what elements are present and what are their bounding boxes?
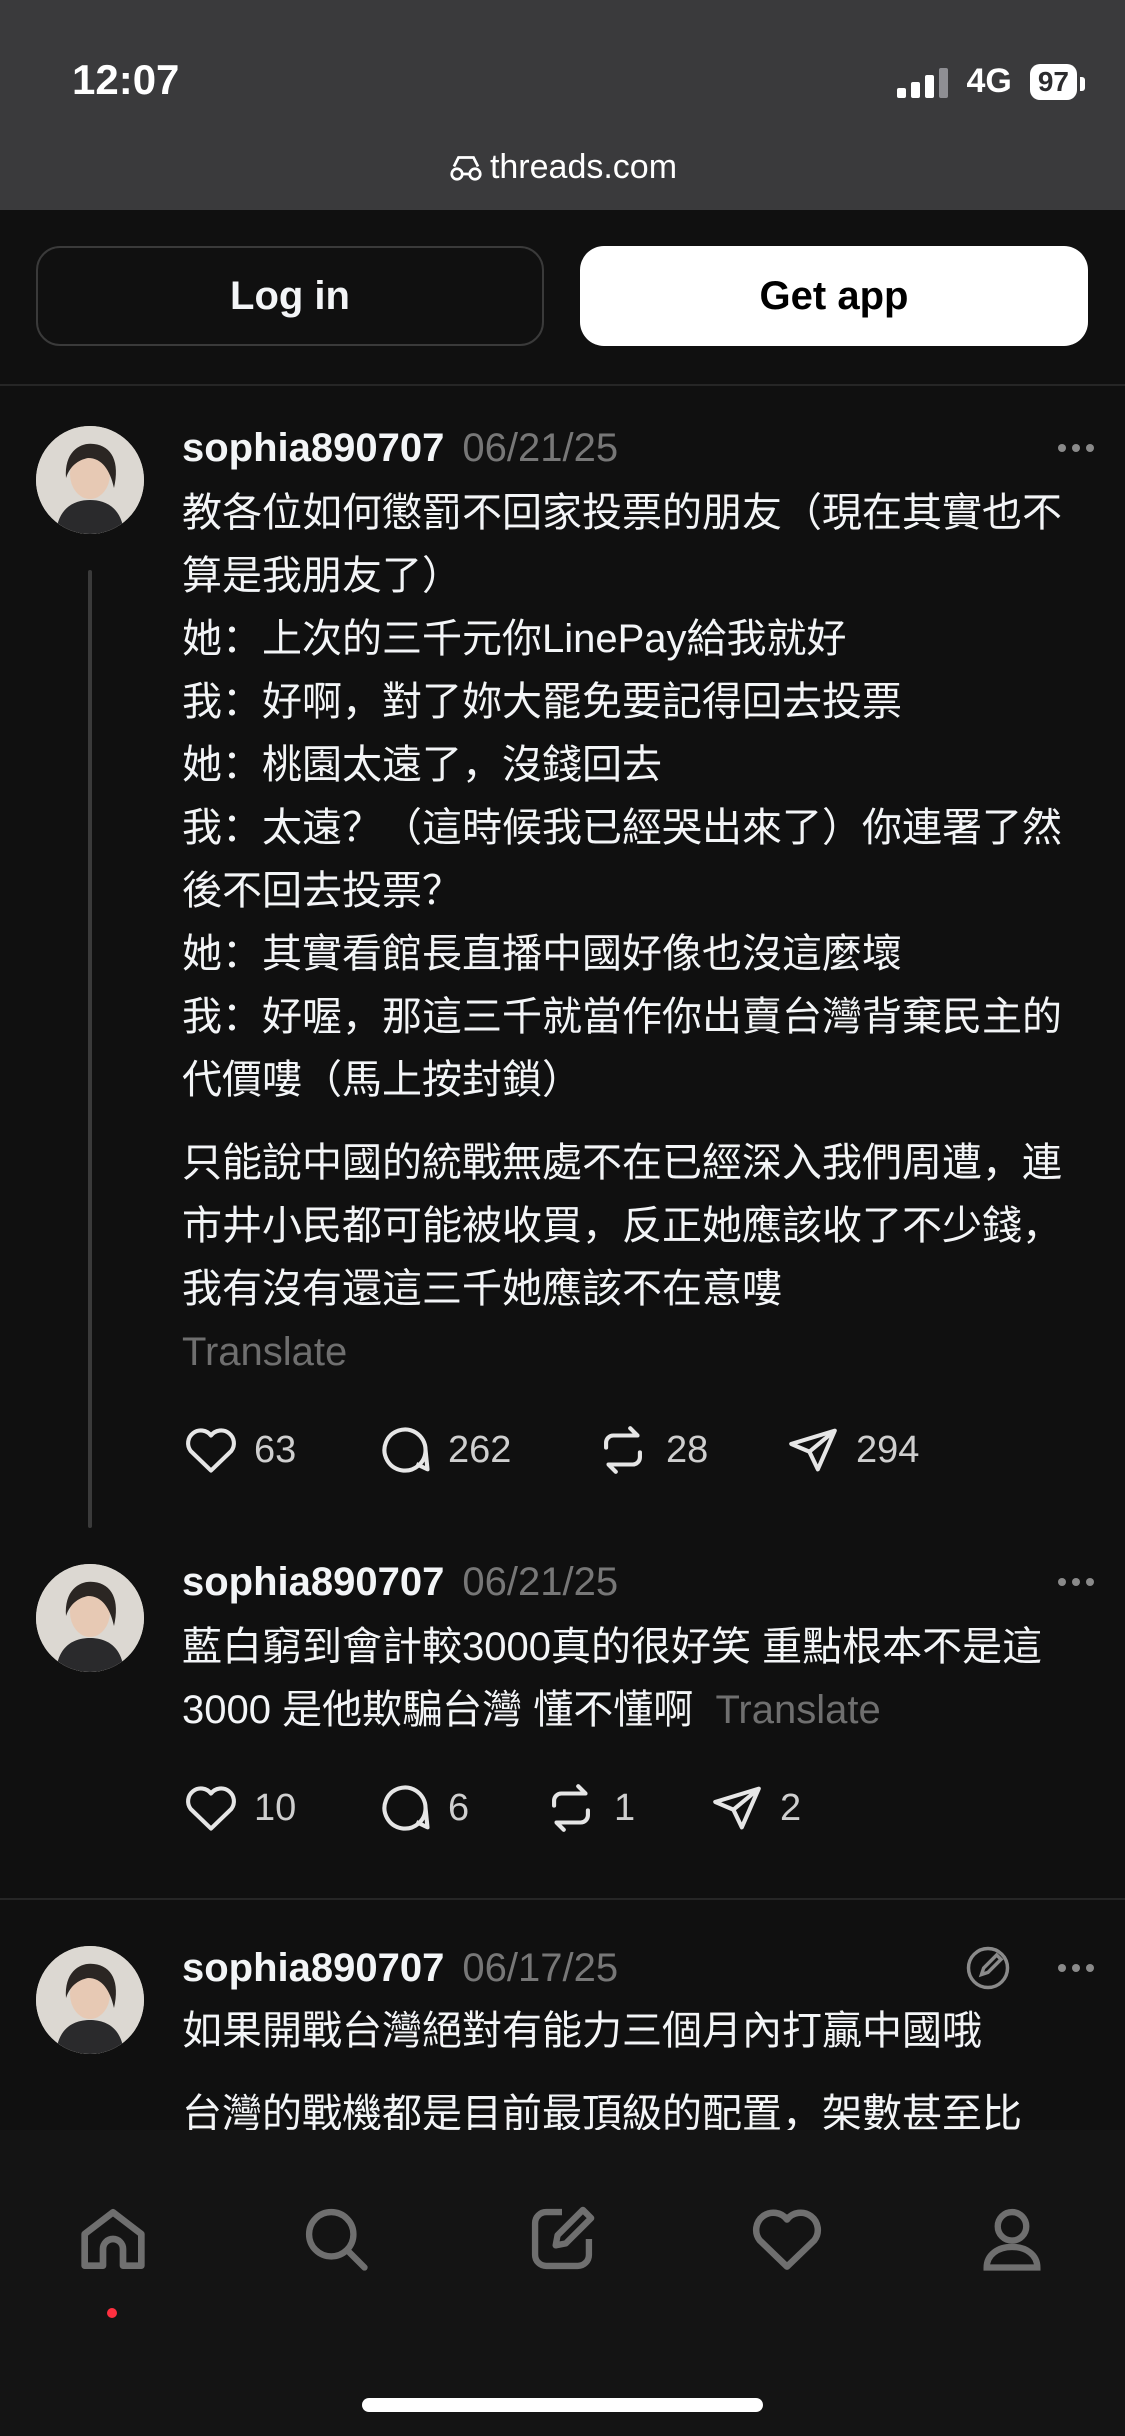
nav-search[interactable] <box>291 2194 381 2284</box>
status-time: 12:07 <box>72 56 180 103</box>
status-indicators: 4G 97 <box>897 62 1086 101</box>
more-options-icon[interactable] <box>1058 1964 1094 1972</box>
cellular-signal-icon <box>897 66 949 98</box>
repost-count: 1 <box>614 1786 636 1829</box>
post-date[interactable]: 06/21/25 <box>462 426 618 471</box>
username[interactable]: sophia890707 <box>182 426 444 471</box>
repost-button[interactable]: 28 <box>594 1421 784 1479</box>
share-button[interactable]: 2 <box>708 1779 801 1837</box>
heart-icon <box>186 1428 236 1473</box>
home-icon <box>81 2209 145 2269</box>
more-options-icon[interactable] <box>1058 1578 1094 1586</box>
site-settings-icon[interactable] <box>448 150 484 186</box>
username[interactable]: sophia890707 <box>182 1946 444 1991</box>
like-button[interactable]: 10 <box>182 1779 376 1837</box>
activity-heart-icon <box>752 2209 822 2270</box>
browser-top-bar: 12:07 4G 97 threads.com <box>0 0 1125 210</box>
post-actions: 63 262 28 294 <box>182 1420 1088 1480</box>
share-button[interactable]: 294 <box>784 1421 919 1479</box>
notification-dot <box>107 2308 117 2318</box>
avatar[interactable] <box>36 426 144 534</box>
post-text-continued: 台灣的戰機都是目前最頂級的配置，架數甚至比 <box>182 2092 1022 2130</box>
post-divider <box>0 1898 1125 1900</box>
auth-buttons: Log in Get app <box>36 246 1089 346</box>
comment-icon <box>382 1785 430 1831</box>
home-indicator[interactable] <box>362 2398 763 2412</box>
post-date[interactable]: 06/17/25 <box>462 1946 618 1991</box>
translate-link[interactable]: Translate <box>715 1688 880 1732</box>
post-content: sophia890707 06/21/25 藍白窮到會計較3000真的很好笑 重… <box>182 1554 1094 1838</box>
reply-button[interactable]: 262 <box>376 1421 594 1479</box>
thread-line <box>88 570 92 1528</box>
post-header: sophia890707 06/21/25 <box>182 1554 1094 1610</box>
heart-icon <box>186 1786 236 1831</box>
send-icon <box>713 1786 761 1830</box>
share-count: 2 <box>780 1786 802 1829</box>
nav-activity[interactable] <box>742 2194 832 2284</box>
thread-post: sophia890707 06/17/25 如果開戰台灣絕對有能力三個月內打贏中… <box>0 1940 1125 2130</box>
post-text-continued: 只能說中國的統戰無處不在已經深入我們周遭，連市井小民都可能被收買，反正她應該收了… <box>182 1141 1062 1311</box>
more-options-icon[interactable] <box>1058 444 1094 452</box>
post-content: sophia890707 06/17/25 如果開戰台灣絕對有能力三個月內打贏中… <box>182 1940 1094 2130</box>
battery-icon: 97 <box>1029 63 1086 100</box>
edit-icon[interactable] <box>962 1942 1014 1994</box>
repost-icon <box>552 1784 590 1832</box>
network-type: 4G <box>966 62 1012 100</box>
post-content: sophia890707 06/21/25 教各位如何懲罰不回家投票的朋友（現在… <box>182 420 1094 1480</box>
post-date[interactable]: 06/21/25 <box>462 1560 618 1605</box>
post-header: sophia890707 06/21/25 <box>182 420 1094 476</box>
post-text-body: 藍白窮到會計較3000真的很好笑 重點根本不是這3000 是他欺騙台灣 懂不懂啊 <box>182 1625 1043 1732</box>
like-count: 63 <box>254 1428 297 1471</box>
username[interactable]: sophia890707 <box>182 1560 444 1605</box>
post-header: sophia890707 06/17/25 <box>182 1940 1094 1996</box>
post-text: 教各位如何懲罰不回家投票的朋友（現在其實也不算是我朋友了） 她：上次的三千元你L… <box>182 491 1062 1102</box>
like-button[interactable]: 63 <box>182 1421 376 1479</box>
compose-icon <box>531 2206 595 2270</box>
nav-home[interactable] <box>68 2194 158 2284</box>
post-text: 藍白窮到會計較3000真的很好笑 重點根本不是這3000 是他欺騙台灣 懂不懂啊… <box>182 1616 1088 1742</box>
header-divider <box>0 384 1125 386</box>
profile-icon <box>983 2208 1041 2271</box>
repost-count: 28 <box>666 1428 709 1471</box>
reply-count: 6 <box>448 1786 470 1829</box>
send-icon <box>789 1428 837 1472</box>
like-count: 10 <box>254 1786 297 1829</box>
search-icon <box>305 2208 368 2271</box>
post-actions: 10 6 1 2 <box>182 1778 1088 1838</box>
nav-compose[interactable] <box>517 2194 607 2284</box>
url-bar[interactable]: threads.com <box>0 148 1125 187</box>
reply-count: 262 <box>448 1428 512 1471</box>
comment-icon <box>382 1427 430 1473</box>
bottom-nav <box>0 2130 1125 2436</box>
avatar[interactable] <box>36 1946 144 2054</box>
avatar[interactable] <box>36 1564 144 1672</box>
post-text: 如果開戰台灣絕對有能力三個月內打贏中國哦 <box>182 2009 982 2053</box>
nav-profile[interactable] <box>967 2194 1057 2284</box>
share-count: 294 <box>856 1428 920 1471</box>
reply-button[interactable]: 6 <box>376 1779 542 1837</box>
url-domain: threads.com <box>489 148 678 186</box>
repost-icon <box>604 1426 642 1474</box>
translate-link[interactable]: Translate <box>182 1321 1088 1384</box>
repost-button[interactable]: 1 <box>542 1779 708 1837</box>
login-button[interactable]: Log in <box>36 246 544 346</box>
get-app-button[interactable]: Get app <box>580 246 1088 346</box>
